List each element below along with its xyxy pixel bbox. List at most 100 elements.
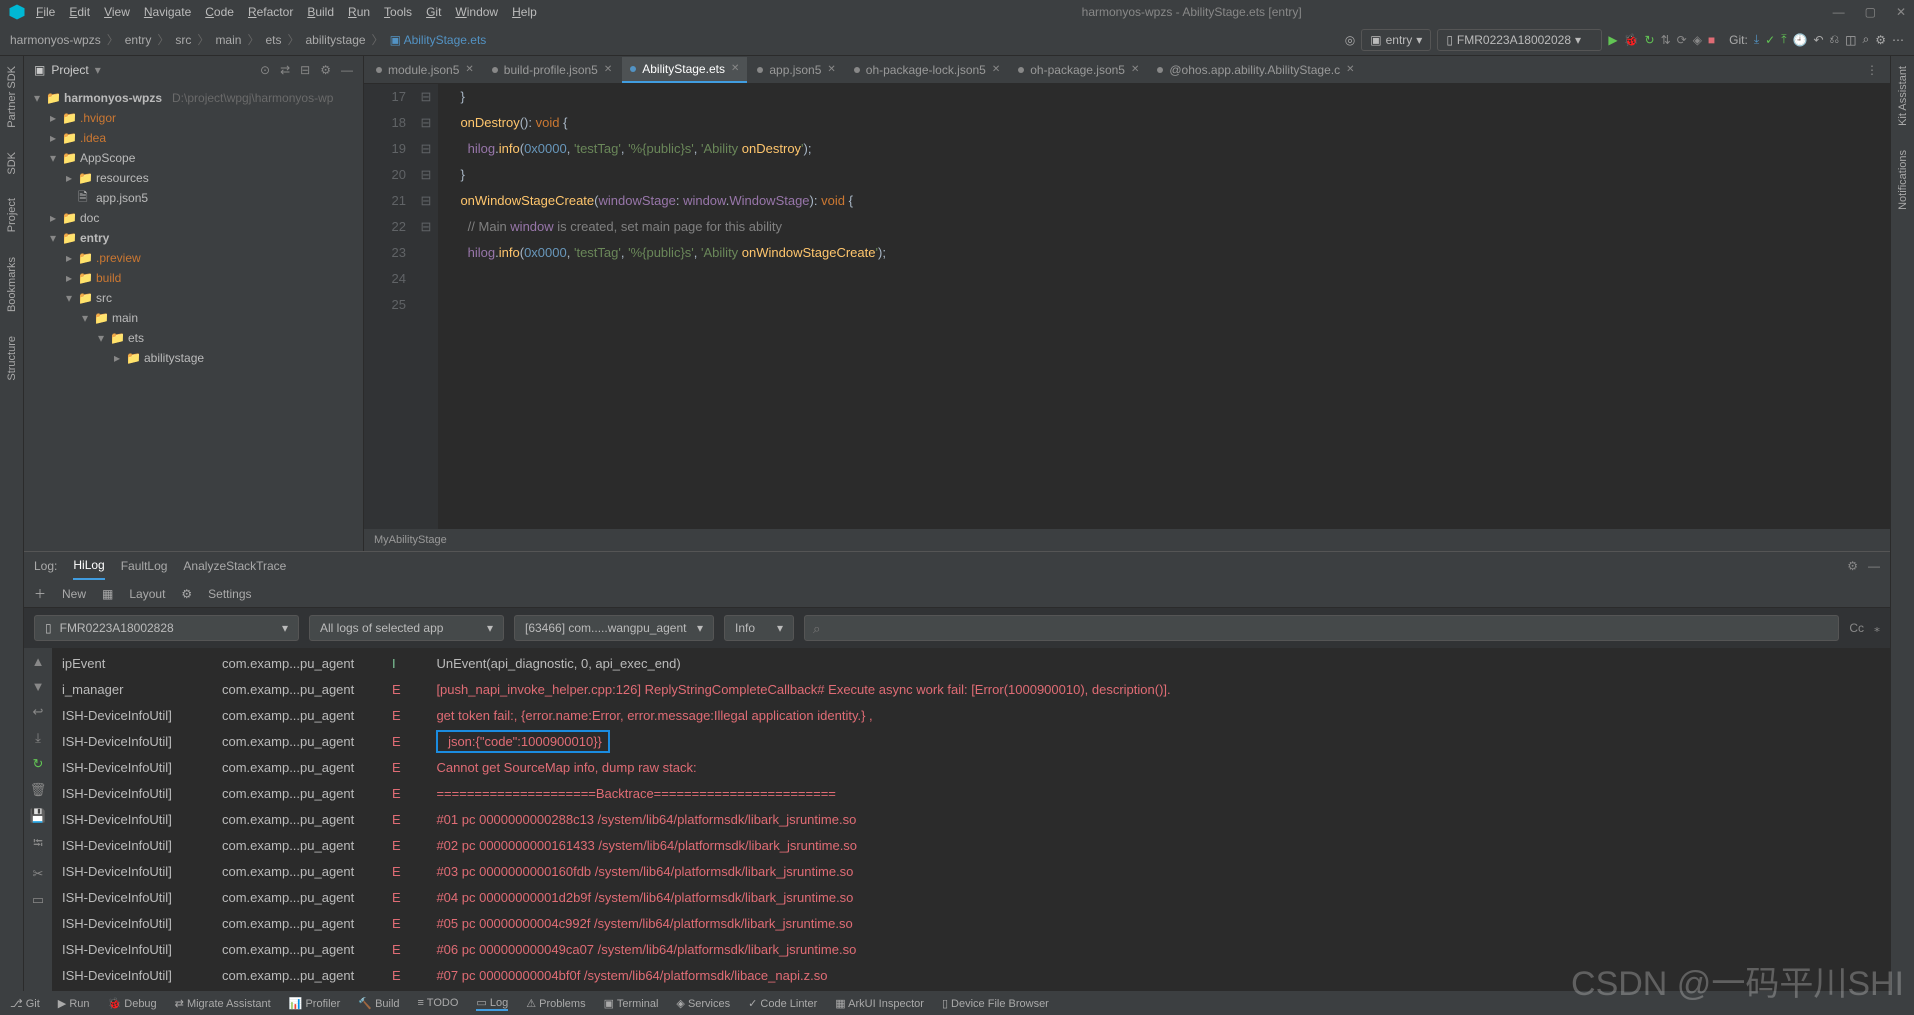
breadcrumb-item[interactable]: src — [175, 33, 191, 47]
close-tab-icon[interactable]: ✕ — [992, 64, 1000, 75]
editor-tab[interactable]: oh-package.json5✕ — [1010, 57, 1147, 83]
log-row[interactable]: ISH-DeviceInfoUtil]com.examp...pu_agentE… — [62, 858, 1880, 884]
chevron-icon[interactable]: ▾ — [80, 311, 90, 325]
action3-icon[interactable]: ◈ — [1693, 33, 1702, 47]
editor-tab[interactable]: module.json5✕ — [368, 57, 482, 83]
menu-refactor[interactable]: Refactor — [248, 5, 293, 19]
chevron-icon[interactable]: ▸ — [64, 271, 74, 285]
log-row[interactable]: ISH-DeviceInfoUtil]com.examp...pu_agentE… — [62, 910, 1880, 936]
menu-build[interactable]: Build — [307, 5, 334, 19]
breadcrumb-item[interactable]: main — [215, 33, 241, 47]
git-push-icon[interactable]: ⤒ — [1781, 32, 1786, 47]
tree-item[interactable]: ▸📁.idea — [24, 128, 363, 148]
log-row[interactable]: ISH-DeviceInfoUtil]com.examp...pu_agentE… — [62, 728, 1880, 754]
stop2-icon[interactable]: ✂ — [33, 866, 44, 882]
close-tab-icon[interactable]: ✕ — [1131, 64, 1139, 75]
menu-window[interactable]: Window — [455, 5, 498, 19]
tree-item[interactable]: ▾📁entry — [24, 228, 363, 248]
log-device-dropdown[interactable]: ▯FMR0223A18002828▾ — [34, 615, 299, 641]
status-debug[interactable]: 🐞 Debug — [108, 997, 157, 1010]
breadcrumb-item[interactable]: ets — [265, 33, 281, 47]
log-row[interactable]: ipEventcom.examp...pu_agentI UnEvent(api… — [62, 650, 1880, 676]
status-log[interactable]: ▭ Log — [476, 996, 508, 1011]
tree-item[interactable]: ▸📁resources — [24, 168, 363, 188]
regex-icon[interactable]: ⁎ — [1874, 621, 1880, 635]
close-tab-icon[interactable]: ✕ — [465, 64, 473, 75]
close-tab-icon[interactable]: ✕ — [731, 63, 739, 74]
menu-navigate[interactable]: Navigate — [144, 5, 191, 19]
menu-code[interactable]: Code — [205, 5, 234, 19]
menu-edit[interactable]: Edit — [69, 5, 90, 19]
chevron-icon[interactable]: ▸ — [48, 111, 58, 125]
export-icon[interactable]: ⭾ — [33, 834, 43, 856]
log-row[interactable]: ISH-DeviceInfoUtil]com.examp...pu_agentE… — [62, 780, 1880, 806]
device-dropdown[interactable]: ▯FMR0223A18002028▾ — [1437, 29, 1602, 51]
overflow-icon[interactable]: ⋯ — [1892, 33, 1904, 47]
menu-tools[interactable]: Tools — [384, 5, 412, 19]
new-icon[interactable]: ＋ — [34, 585, 46, 602]
settings2-icon[interactable]: ⚙ — [181, 587, 192, 601]
log-row[interactable]: ISH-DeviceInfoUtil]com.examp...pu_agentE… — [62, 936, 1880, 962]
git-history-icon[interactable]: 🕘 — [1793, 33, 1808, 47]
rail-project[interactable]: Project — [6, 198, 18, 232]
chevron-icon[interactable]: ▸ — [64, 171, 74, 185]
scroll-down-icon[interactable]: ▼ — [32, 679, 45, 694]
status-profiler[interactable]: 📊 Profiler — [289, 997, 341, 1010]
log-content[interactable]: ipEventcom.examp...pu_agentI UnEvent(api… — [52, 648, 1890, 991]
run-config-dropdown[interactable]: ▣entry▾ — [1361, 29, 1431, 51]
log-row[interactable]: ISH-DeviceInfoUtil]com.examp...pu_agentE… — [62, 884, 1880, 910]
help-icon[interactable]: ▭ — [32, 892, 44, 908]
tree-item[interactable]: ▸📁build — [24, 268, 363, 288]
collapse-icon[interactable]: — — [341, 63, 353, 77]
tree-item[interactable]: ▸📁doc — [24, 208, 363, 228]
git-revert-icon[interactable]: ↶ — [1813, 33, 1823, 47]
close-tab-icon[interactable]: ✕ — [604, 64, 612, 75]
tree-item[interactable]: ▾📁ets — [24, 328, 363, 348]
tree-item[interactable]: ▸📁abilitystage — [24, 348, 363, 368]
tree-item[interactable]: ▾📁harmonyos-wpzsD:\project\wpgj\harmonyo… — [24, 88, 363, 108]
rail-bookmarks[interactable]: Bookmarks — [6, 257, 18, 312]
status-device-file-browser[interactable]: ▯ Device File Browser — [942, 997, 1049, 1010]
run-icon[interactable]: ▶ — [1608, 33, 1617, 47]
rail-sdk[interactable]: SDK — [6, 152, 18, 175]
package-icon[interactable]: ◫ — [1845, 33, 1856, 47]
status-run[interactable]: ▶ Run — [58, 997, 90, 1010]
status-git[interactable]: ⎇ Git — [10, 997, 40, 1010]
status-services[interactable]: ◈ Services — [676, 997, 730, 1010]
refresh-icon[interactable]: ↻ — [1645, 33, 1655, 47]
divider-icon[interactable]: ⊟ — [300, 63, 310, 77]
chevron-icon[interactable]: ▾ — [48, 151, 58, 165]
panel-minimize-icon[interactable]: — — [1868, 559, 1880, 573]
chevron-icon[interactable]: ▾ — [96, 331, 106, 345]
git-pull-icon[interactable]: ⤓ — [1754, 32, 1759, 47]
log-row[interactable]: ISH-DeviceInfoUtil]com.examp...pu_agentE… — [62, 702, 1880, 728]
panel-settings-icon[interactable]: ⚙ — [1847, 559, 1858, 573]
breadcrumb-item[interactable]: ▣ AbilityStage.ets — [390, 33, 487, 47]
chevron-icon[interactable]: ▾ — [64, 291, 74, 305]
git-commit-icon[interactable]: ✓ — [1765, 33, 1775, 47]
menu-file[interactable]: File — [36, 5, 55, 19]
status-terminal[interactable]: ▣ Terminal — [604, 997, 659, 1010]
editor-tab[interactable]: build-profile.json5✕ — [484, 57, 620, 83]
tree-item[interactable]: ▸📁.hvigor — [24, 108, 363, 128]
log-row[interactable]: i_managercom.examp...pu_agentE [push_nap… — [62, 676, 1880, 702]
target-icon[interactable]: ◎ — [1345, 33, 1355, 47]
editor-tab[interactable]: AbilityStage.ets✕ — [622, 57, 747, 83]
breadcrumb-item[interactable]: entry — [125, 33, 152, 47]
sort-icon[interactable]: ⊙ — [260, 63, 270, 77]
chevron-icon[interactable]: ▾ — [32, 91, 42, 105]
chevron-icon[interactable]: ▸ — [48, 131, 58, 145]
chevron-icon[interactable]: ▸ — [112, 351, 122, 365]
chevron-icon[interactable]: ▾ — [48, 231, 58, 245]
scroll-end-icon[interactable]: ⤓ — [35, 730, 41, 746]
close-icon[interactable]: ✕ — [1896, 5, 1906, 19]
log-tab-analyze[interactable]: AnalyzeStackTrace — [183, 559, 286, 573]
search-icon[interactable]: ⌕ — [1863, 32, 1870, 47]
tree-item[interactable]: ▾📁AppScope — [24, 148, 363, 168]
tree-item[interactable]: 🗎app.json5 — [24, 188, 363, 208]
status-arkui-inspector[interactable]: ▦ ArkUI Inspector — [835, 997, 924, 1010]
maximize-icon[interactable]: ▢ — [1865, 5, 1876, 19]
new-label[interactable]: New — [62, 587, 86, 601]
log-row[interactable]: ISH-DeviceInfoUtil]com.examp...pu_agentE… — [62, 832, 1880, 858]
match-case-label[interactable]: Cc — [1849, 621, 1864, 635]
